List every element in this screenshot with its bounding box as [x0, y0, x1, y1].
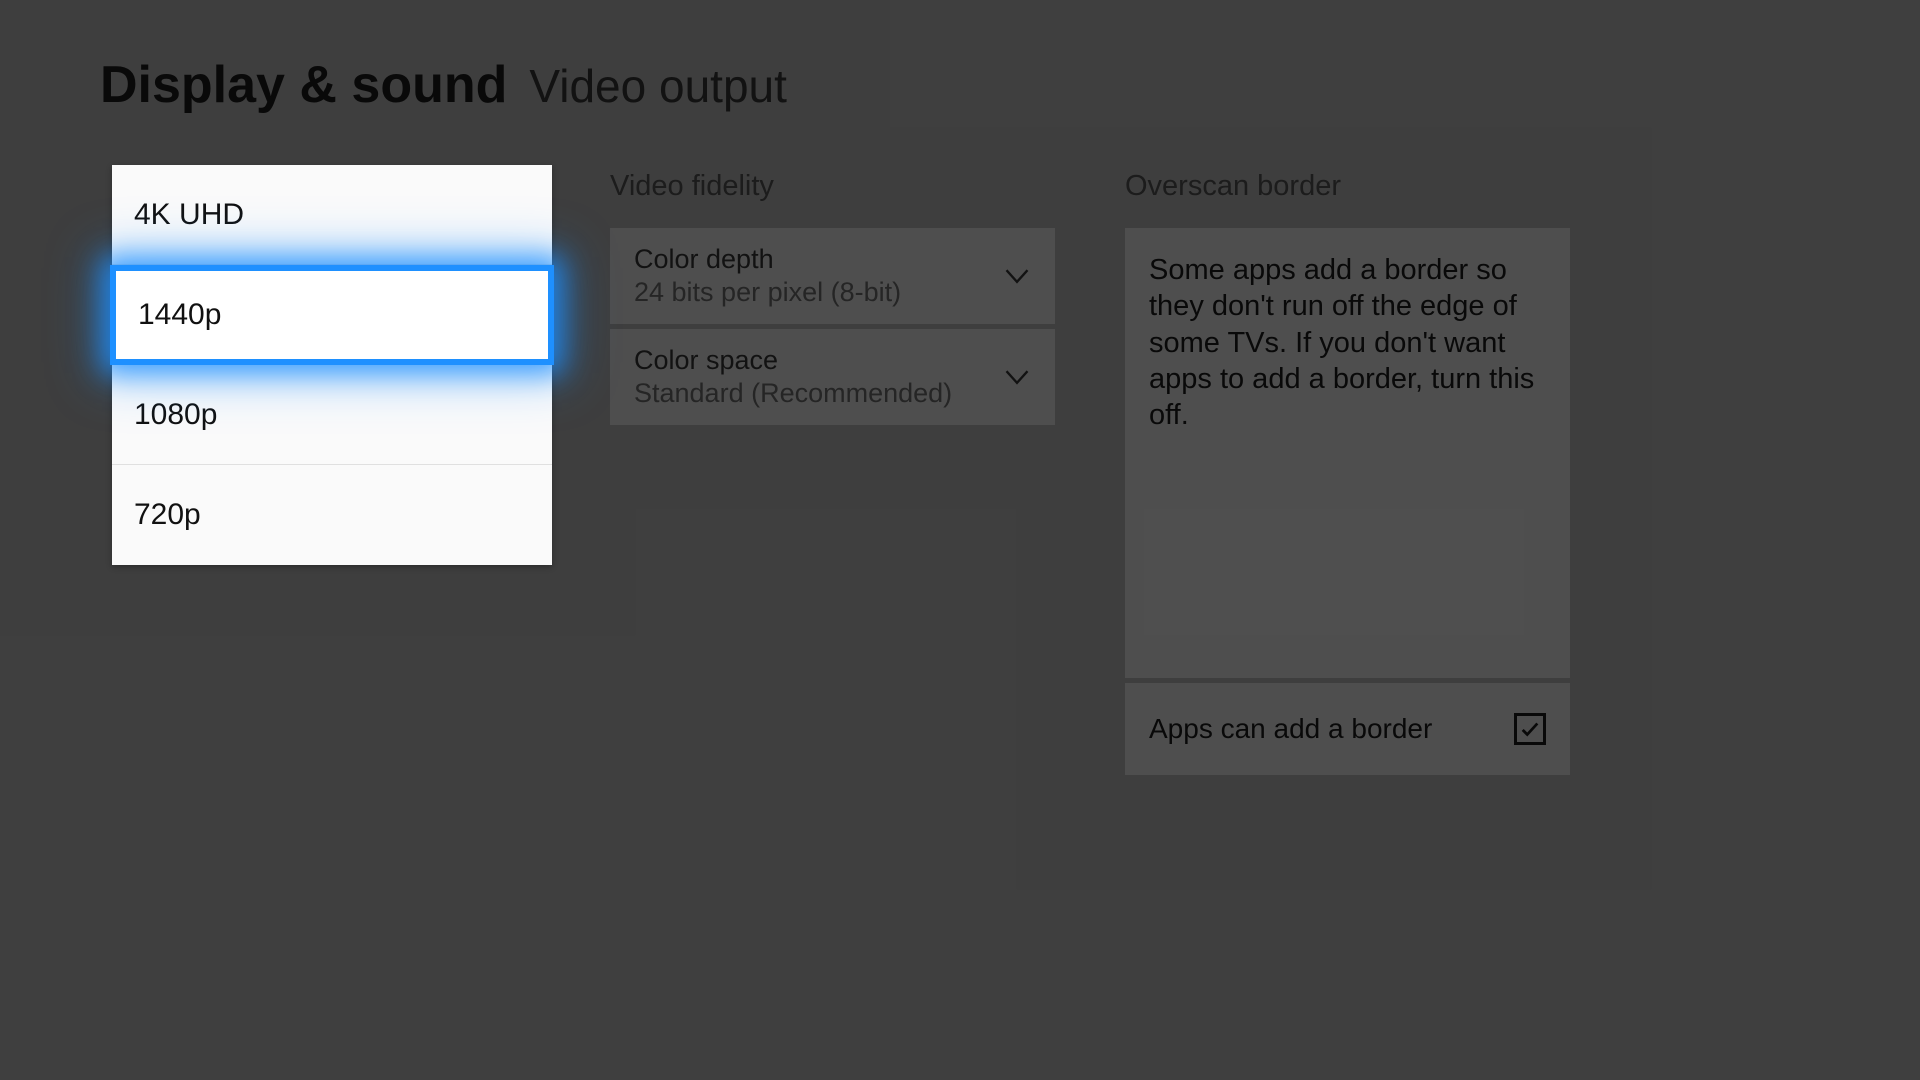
chevron-down-icon — [1003, 363, 1031, 391]
overscan-heading: Overscan border — [1125, 170, 1570, 203]
overscan-checkbox-label: Apps can add a border — [1149, 713, 1432, 745]
video-fidelity-heading: Video fidelity — [610, 170, 1055, 203]
color-depth-dropdown[interactable]: Color depth 24 bits per pixel (8-bit) — [610, 228, 1055, 324]
page-header: Display & sound Video output — [100, 55, 1820, 115]
color-space-dropdown[interactable]: Color space Standard (Recommended) — [610, 329, 1055, 425]
color-depth-value: 24 bits per pixel (8-bit) — [634, 277, 901, 308]
resolution-option-1440p[interactable]: 1440p — [110, 265, 554, 365]
overscan-description-panel: Some apps add a border so they don't run… — [1125, 228, 1570, 678]
overscan-checkbox-row[interactable]: Apps can add a border — [1125, 683, 1570, 775]
column-overscan: Overscan border Some apps add a border s… — [1125, 170, 1570, 775]
page-title: Display & sound — [100, 55, 507, 115]
resolution-option-4k[interactable]: 4K UHD — [112, 165, 552, 265]
checkbox-icon — [1514, 713, 1546, 745]
color-depth-label: Color depth — [634, 244, 901, 275]
resolution-option-1080p[interactable]: 1080p — [112, 365, 552, 465]
color-space-label: Color space — [634, 345, 952, 376]
column-video-fidelity: Video fidelity Color depth 24 bits per p… — [610, 170, 1055, 430]
overscan-description: Some apps add a border so they don't run… — [1149, 252, 1546, 433]
page-subtitle: Video output — [529, 59, 787, 113]
resolution-dropdown-popup: 4K UHD 1440p 1080p 720p — [112, 165, 552, 565]
color-space-value: Standard (Recommended) — [634, 378, 952, 409]
resolution-option-720p[interactable]: 720p — [112, 465, 552, 565]
chevron-down-icon — [1003, 262, 1031, 290]
